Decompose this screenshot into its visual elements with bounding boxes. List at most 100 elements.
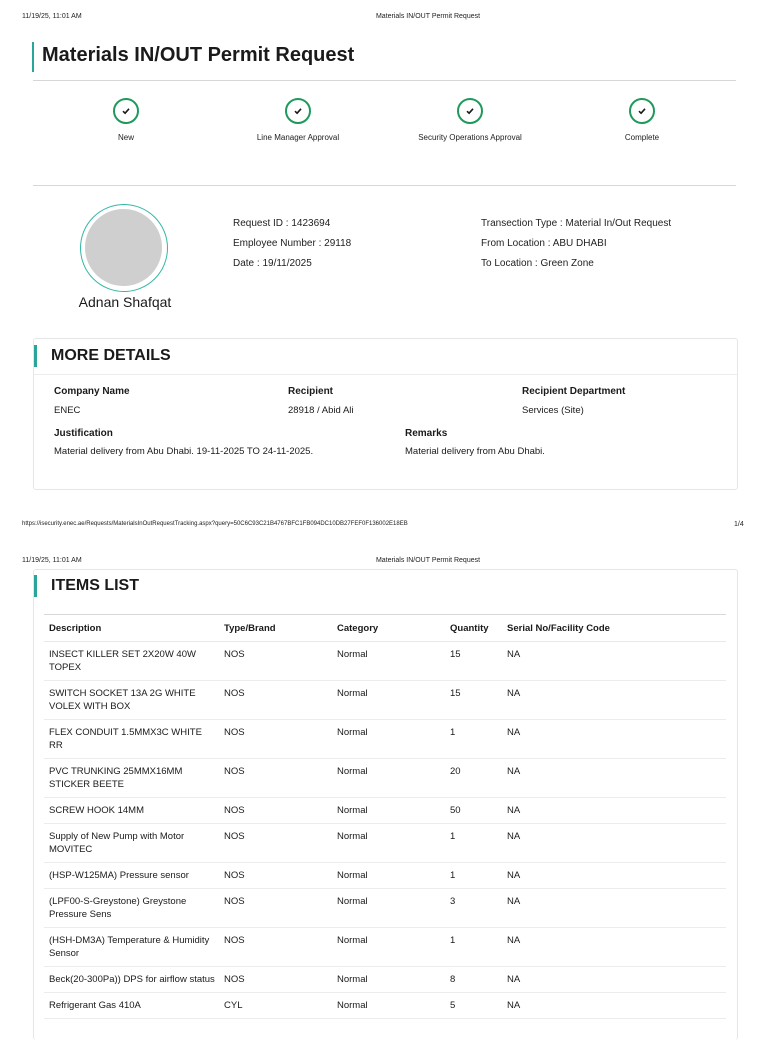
cell-type-brand: NOS [219,758,332,798]
step-security-operations-approval: Security Operations Approval [390,98,550,142]
cell-description: FLEX CONDUIT 1.5MMX3C WHITE RR [44,719,219,759]
cell-type-brand: NOS [219,641,332,681]
table-row: SWITCH SOCKET 13A 2G WHITE VOLEX WITH BO… [44,680,726,720]
cell-quantity: 5 [445,992,502,1019]
step-label: Complete [624,133,660,142]
page-title-block: Materials IN/OUT Permit Request [32,42,354,72]
print-url: https://isecurity.enec.ae/Requests/Mater… [22,521,408,527]
cell-description: (HSH-DM3A) Temperature & Humidity Sensor [44,927,219,967]
table-row: PVC TRUNKING 25MMX16MM STICKER BEETE NOS… [44,758,726,798]
cell-type-brand: NOS [219,797,332,824]
cell-description: (HSP-W125MA) Pressure sensor [44,862,219,889]
page-title: Materials IN/OUT Permit Request [42,44,355,66]
cell-category: Normal [332,888,445,928]
column-header: Type/Brand [219,614,332,642]
cell-type-brand: NOS [219,862,332,889]
justification-label: Justification [54,428,113,439]
card-divider [34,374,737,375]
remarks-label: Remarks [405,428,448,439]
employee-name: Adnan Shafqat [78,294,172,310]
print-doc-title: Materials IN/OUT Permit Request [375,557,481,564]
cell-category: Normal [332,862,445,889]
print-timestamp: 11/19/25, 11:01 AM [22,13,82,20]
column-header: Category [332,614,445,642]
cell-category: Normal [332,641,445,681]
cell-type-brand: NOS [219,927,332,967]
cell-description: (LPF00-S-Greystone) Greystone Pressure S… [44,888,219,928]
items-list-title: ITEMS LIST [34,575,139,597]
cell-serial: NA [502,888,726,928]
cell-quantity: 20 [445,758,502,798]
items-table: Description Type/Brand Category Quantity… [44,614,726,1019]
table-row: Refrigerant Gas 410A CYL Normal 5 NA [44,992,726,1019]
cell-category: Normal [332,992,445,1019]
company-name-value: ENEC [54,405,81,416]
cell-description: Refrigerant Gas 410A [44,992,219,1019]
column-header: Description [44,614,219,642]
cell-serial: NA [502,797,726,824]
cell-category: Normal [332,758,445,798]
check-icon [457,98,483,124]
cell-quantity: 8 [445,966,502,993]
cell-serial: NA [502,927,726,967]
cell-type-brand: NOS [219,888,332,928]
step-label: Line Manager Approval [256,133,340,142]
avatar-placeholder [85,209,162,286]
table-row: INSECT KILLER SET 2X20W 40W TOPEX NOS No… [44,641,726,681]
cell-serial: NA [502,680,726,720]
page-number: 1/4 [734,521,744,528]
cell-serial: NA [502,758,726,798]
table-row: (LPF00-S-Greystone) Greystone Pressure S… [44,888,726,928]
remarks-value: Material delivery from Abu Dhabi. [405,446,545,457]
cell-description: Beck(20-300Pa)) DPS for airflow status [44,966,219,993]
more-details-title: MORE DETAILS [34,345,171,367]
cell-quantity: 1 [445,719,502,759]
transaction-info: Transection Type : Material In/Out Reque… [481,214,671,274]
cell-description: SCREW HOOK 14MM [44,797,219,824]
request-date: Date : 19/11/2025 [233,258,312,269]
table-row: (HSP-W125MA) Pressure sensor NOS Normal … [44,862,726,889]
to-location: To Location : Green Zone [481,258,594,269]
table-header-row: Description Type/Brand Category Quantity… [44,614,726,642]
step-label: Security Operations Approval [418,133,522,142]
avatar [80,204,168,292]
step-label: New [117,133,134,142]
cell-serial: NA [502,823,726,863]
cell-quantity: 50 [445,797,502,824]
cell-quantity: 15 [445,641,502,681]
recipient-department-label: Recipient Department [522,386,626,397]
print-timestamp: 11/19/25, 11:01 AM [22,557,82,564]
print-doc-title: Materials IN/OUT Permit Request [375,13,481,20]
recipient-value: 28918 / Abid Ali [288,405,354,416]
step-complete: Complete [562,98,722,142]
from-location: From Location : ABU DHABI [481,238,607,249]
cell-quantity: 1 [445,823,502,863]
table-row: SCREW HOOK 14MM NOS Normal 50 NA [44,797,726,824]
cell-category: Normal [332,966,445,993]
cell-serial: NA [502,966,726,993]
divider [33,80,736,81]
recipient-department-value: Services (Site) [522,405,584,416]
cell-category: Normal [332,797,445,824]
cell-type-brand: NOS [219,966,332,993]
cell-description: INSECT KILLER SET 2X20W 40W TOPEX [44,641,219,681]
cell-category: Normal [332,680,445,720]
request-info: Request ID : 1423694 Employee Number : 2… [233,214,351,274]
cell-type-brand: NOS [219,719,332,759]
cell-category: Normal [332,927,445,967]
divider [33,185,736,186]
cell-quantity: 1 [445,862,502,889]
company-name-label: Company Name [54,386,130,397]
cell-serial: NA [502,992,726,1019]
table-row: (HSH-DM3A) Temperature & Humidity Sensor… [44,927,726,967]
cell-description: SWITCH SOCKET 13A 2G WHITE VOLEX WITH BO… [44,680,219,720]
employee-number: Employee Number : 29118 [233,238,352,249]
column-header: Quantity [445,614,502,642]
check-icon [113,98,139,124]
table-row: Supply of New Pump with Motor MOVITEC NO… [44,823,726,863]
cell-serial: NA [502,641,726,681]
cell-description: PVC TRUNKING 25MMX16MM STICKER BEETE [44,758,219,798]
cell-description: Supply of New Pump with Motor MOVITEC [44,823,219,863]
justification-value: Material delivery from Abu Dhabi. 19-11-… [54,446,314,457]
cell-serial: NA [502,862,726,889]
